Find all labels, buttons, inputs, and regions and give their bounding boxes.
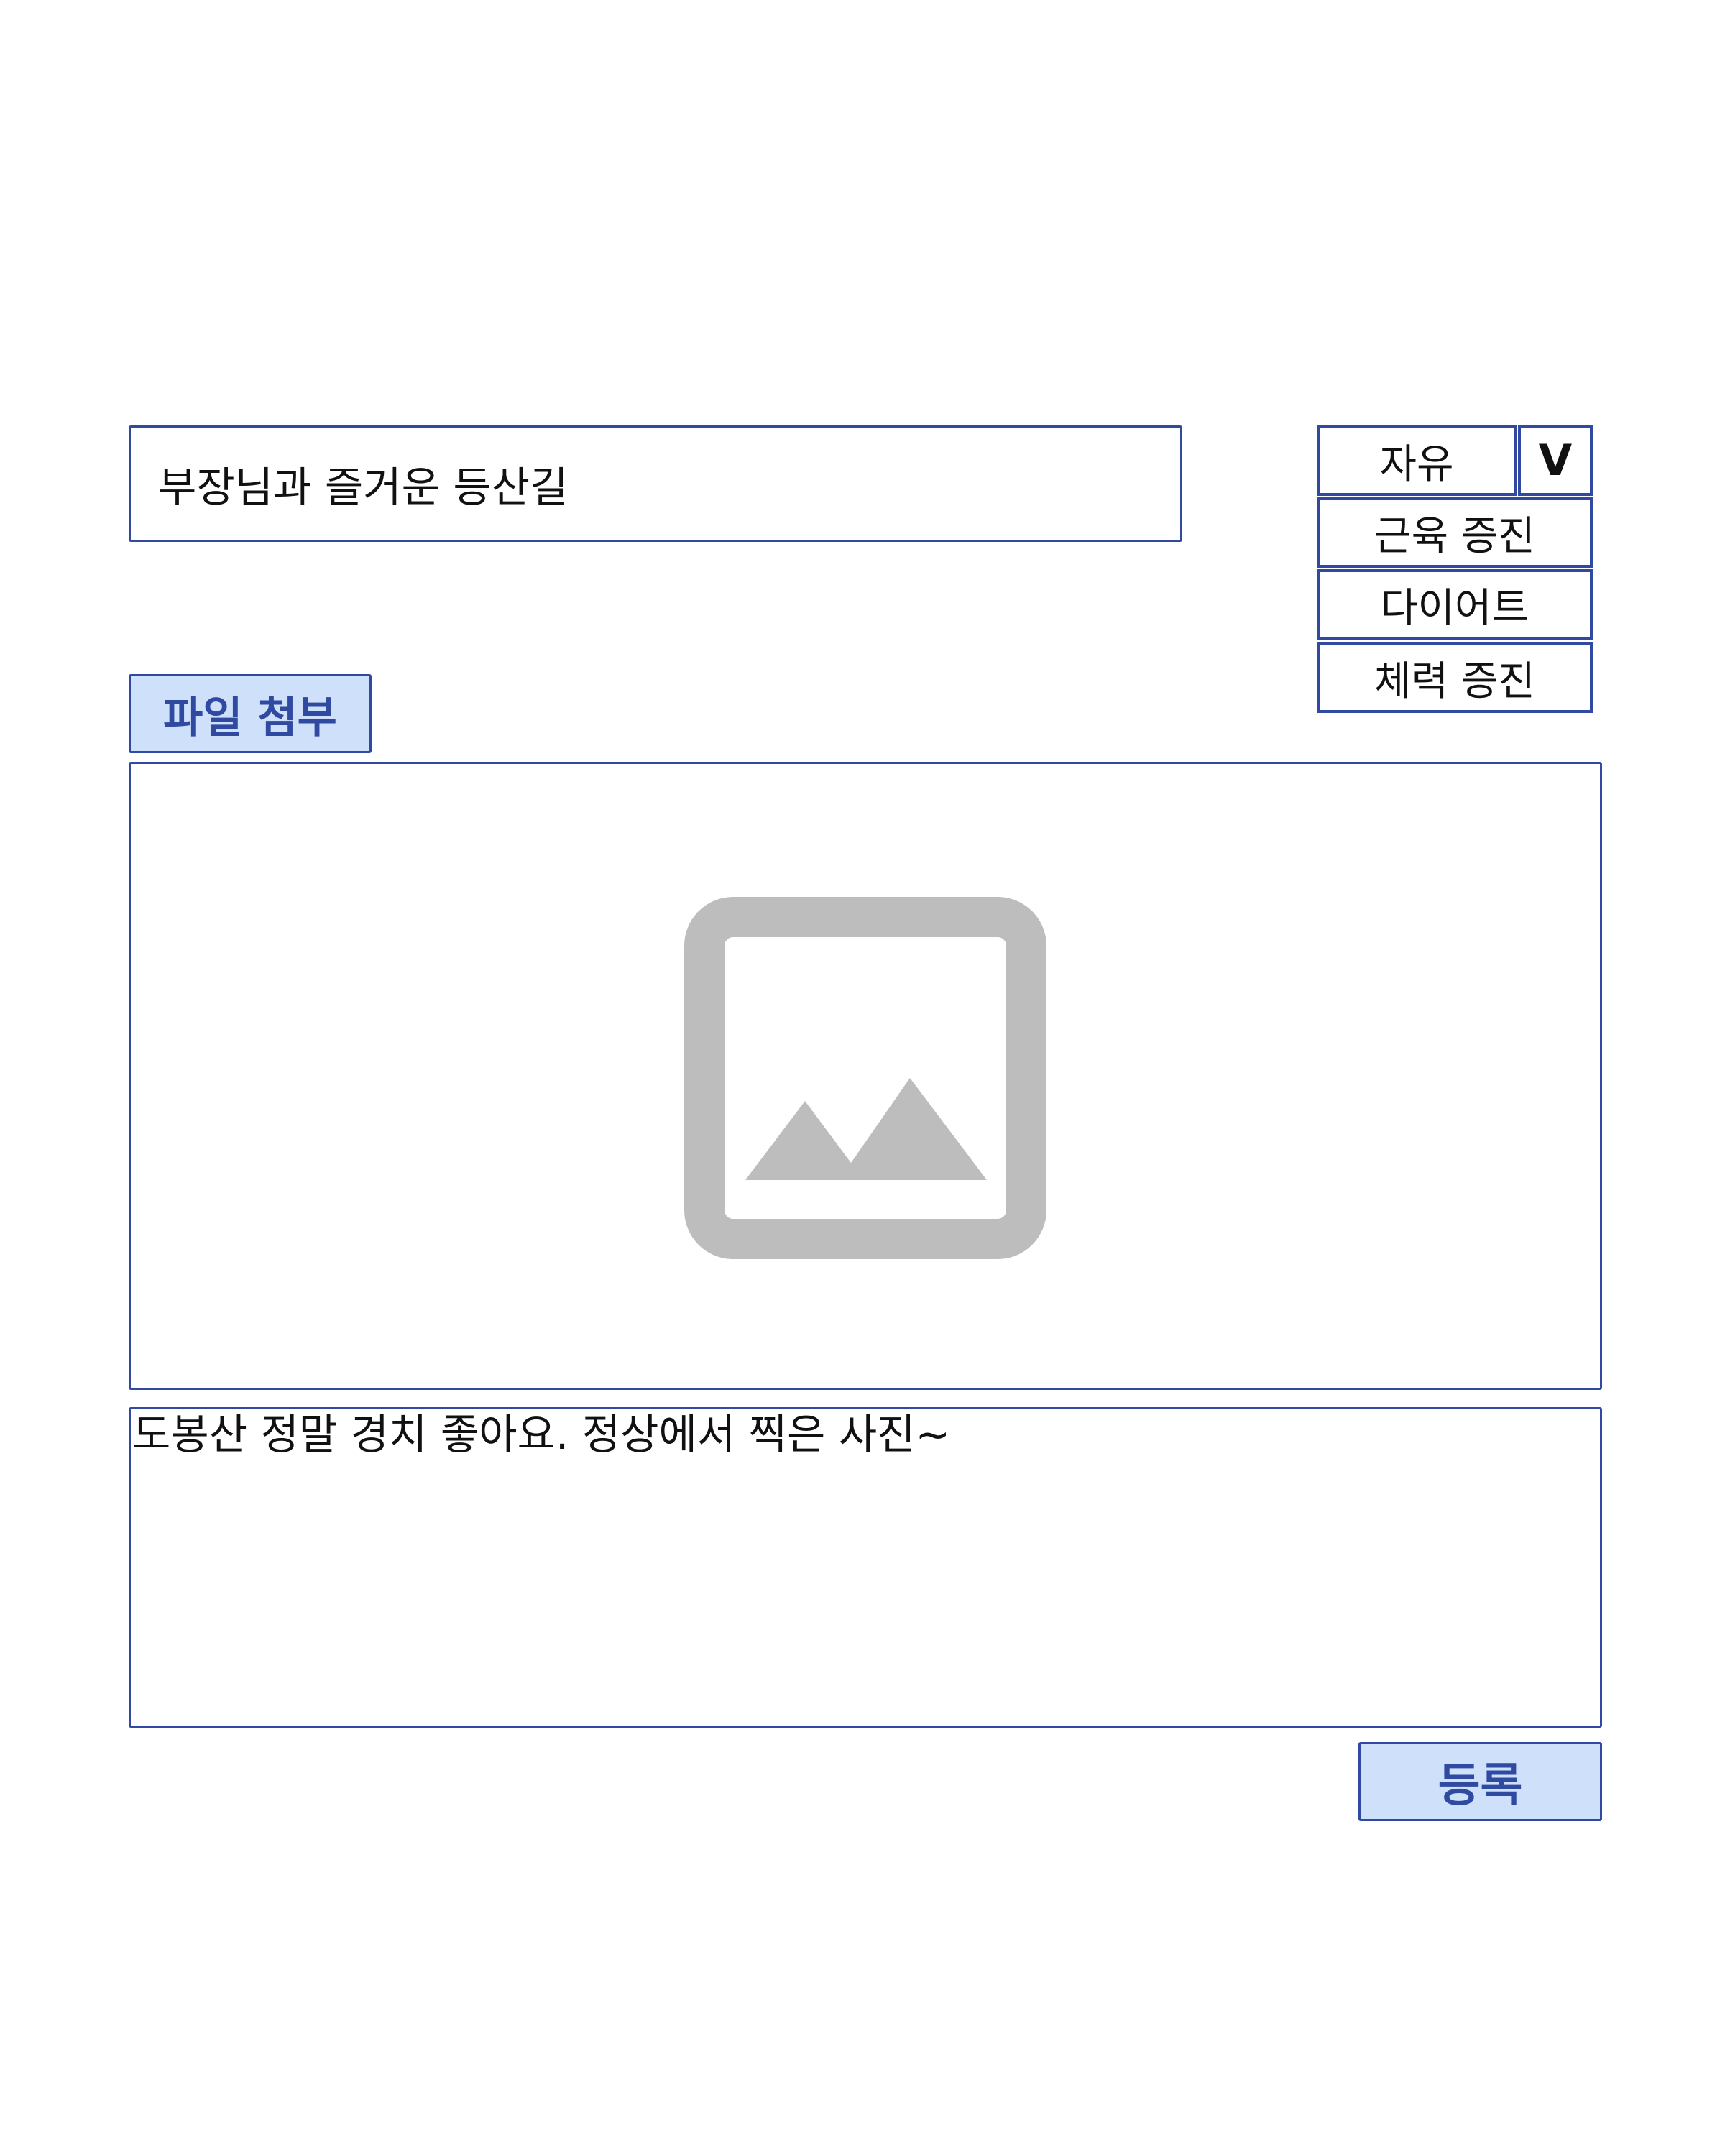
post-write-page: 부장님과 즐거운 등산길 자유 V 근육 증진 다이어트 체력 증진 파일 첨부…	[0, 0, 1725, 2156]
category-option-stamina[interactable]: 체력 증진	[1317, 642, 1593, 713]
image-preview-area[interactable]	[129, 762, 1602, 1390]
image-icon	[684, 897, 1046, 1259]
submit-button[interactable]: 등록	[1358, 1742, 1602, 1821]
title-input[interactable]: 부장님과 즐거운 등산길	[129, 425, 1182, 542]
attach-file-button[interactable]: 파일 첨부	[129, 674, 372, 753]
category-selected[interactable]: 자유	[1317, 425, 1517, 496]
category-option-muscle[interactable]: 근육 증진	[1317, 497, 1593, 568]
category-option-diet[interactable]: 다이어트	[1317, 569, 1593, 640]
category-toggle-button[interactable]: V	[1518, 425, 1593, 496]
content-textarea[interactable]: 도봉산 정말 경치 좋아요. 정상에서 찍은 사진~	[129, 1407, 1602, 1728]
